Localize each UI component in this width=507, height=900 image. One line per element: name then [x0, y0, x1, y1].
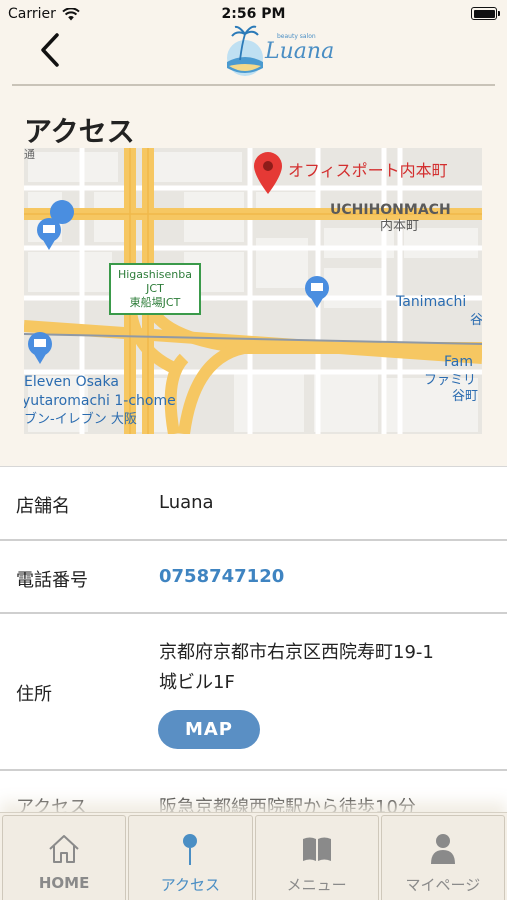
person-icon	[429, 832, 457, 866]
phone-label: 電話番号	[16, 570, 88, 591]
logo-text: Luana	[264, 39, 334, 64]
address-row: 住所 京都府京都市右京区西院寿町19-1 城ビル1F MAP	[0, 614, 507, 771]
header-divider	[12, 84, 495, 86]
tab-home[interactable]: HOME	[2, 815, 127, 900]
svg-text:東船場JCT: 東船場JCT	[130, 295, 181, 309]
store-info-list: 店舗名 Luana 電話番号 0758747120 住所 京都府京都市右京区西院…	[0, 466, 507, 831]
status-time: 2:56 PM	[221, 6, 286, 22]
address-line-2: 城ビル1F	[159, 672, 235, 693]
svg-text:谷町: 谷町	[452, 389, 478, 404]
svg-text:yutaromachi 1-chome: yutaromachi 1-chome	[24, 393, 176, 409]
chevron-left-icon	[41, 33, 59, 67]
tab-menu[interactable]: メニュー	[254, 815, 379, 900]
phone-row: 電話番号 0758747120	[0, 541, 507, 614]
book-icon	[301, 832, 333, 866]
store-name-label: 店舗名	[16, 496, 70, 517]
tab-mypage-label: マイページ	[405, 876, 481, 894]
svg-text:Eleven Osaka: Eleven Osaka	[24, 374, 119, 390]
svg-text:谷: 谷	[470, 313, 482, 328]
page-title: アクセス	[24, 115, 135, 148]
tab-mypage[interactable]: マイページ	[380, 815, 505, 900]
map-view[interactable]: Higashisenba JCT 東船場JCT オフィスポート内本町 UCHIH…	[24, 148, 482, 434]
svg-text:通: 通	[24, 148, 35, 161]
phone-link[interactable]: 0758747120	[159, 566, 284, 587]
tab-access-label: アクセス	[160, 876, 220, 894]
svg-text:オフィスポート内本町: オフィスポート内本町	[288, 161, 448, 180]
nav-header: beauty salon Luana	[0, 25, 507, 86]
svg-text:JCT: JCT	[145, 282, 164, 295]
svg-text:UCHIHONMACH: UCHIHONMACH	[330, 202, 451, 218]
tab-bar: HOME アクセス メニュー マイページ	[0, 812, 507, 900]
logo: beauty salon Luana	[227, 25, 334, 76]
svg-text:Higashisenba: Higashisenba	[118, 268, 192, 281]
address-label: 住所	[16, 684, 52, 705]
svg-text:ブン-イレブン 大阪: ブン-イレブン 大阪	[24, 411, 137, 427]
map-pin-icon	[180, 832, 200, 866]
store-name-row: 店舗名 Luana	[0, 467, 507, 541]
svg-text:Fam: Fam	[444, 354, 473, 370]
tab-menu-label: メニュー	[286, 876, 347, 894]
tab-home-label: HOME	[38, 874, 90, 892]
svg-text:Tanimachi: Tanimachi	[395, 294, 466, 310]
home-icon	[47, 832, 81, 866]
back-button[interactable]	[30, 28, 70, 72]
map-button[interactable]: MAP	[158, 710, 260, 749]
battery-icon	[471, 7, 500, 20]
store-name-value: Luana	[159, 492, 214, 513]
tab-access[interactable]: アクセス	[128, 815, 253, 900]
svg-text:内本町: 内本町	[380, 218, 419, 234]
address-line-1: 京都府京都市右京区西院寿町19-1	[159, 642, 434, 663]
svg-text:ファミリ: ファミリ	[424, 373, 476, 388]
